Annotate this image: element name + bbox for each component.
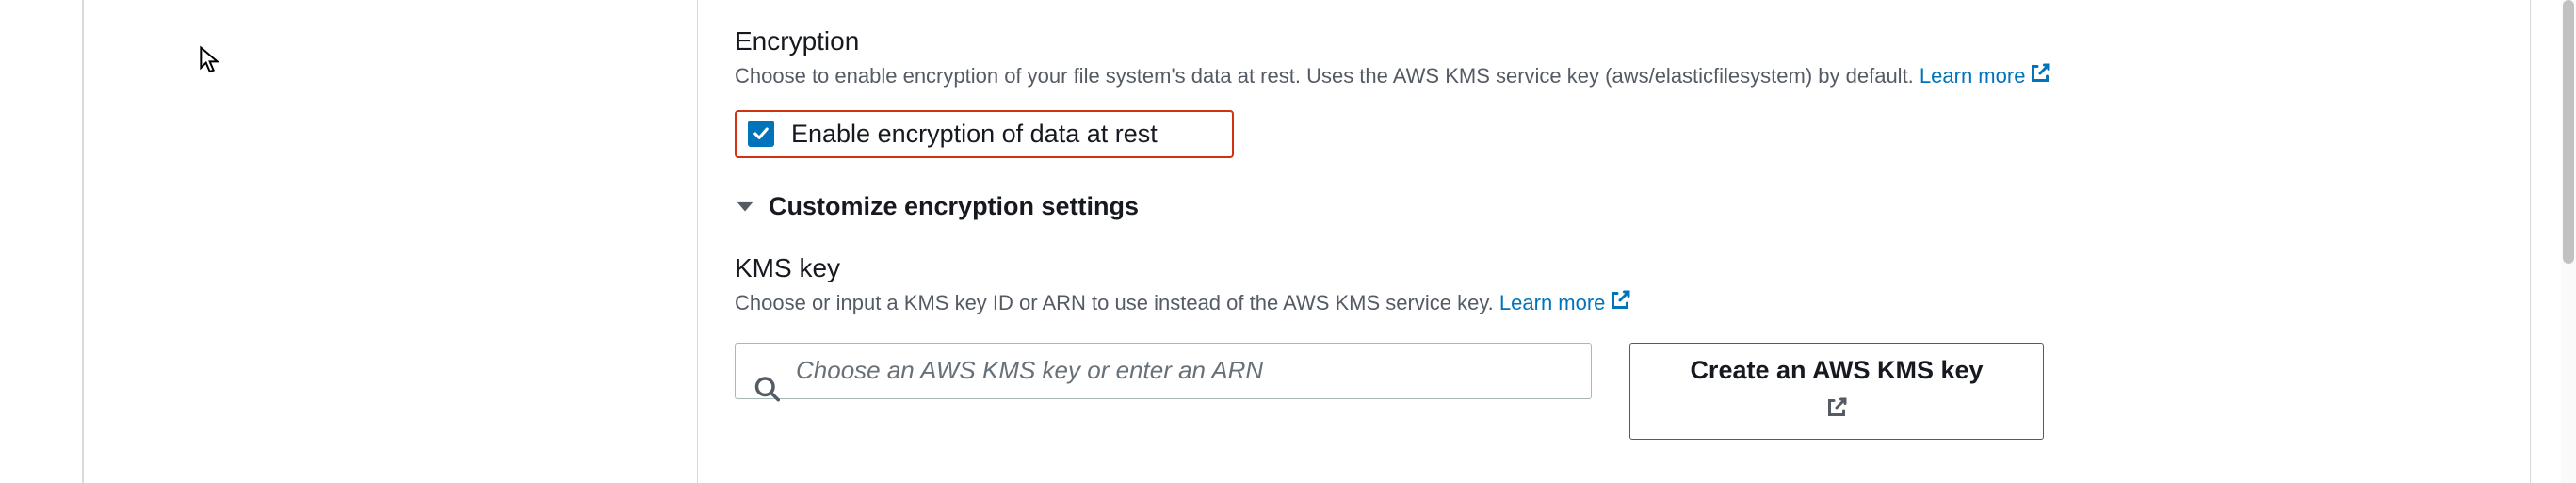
- panel-border-left: [697, 0, 698, 483]
- create-kms-key-button[interactable]: Create an AWS KMS key: [1629, 343, 2044, 441]
- learn-more-text: Learn more: [1499, 291, 1606, 314]
- scrollbar-thumb[interactable]: [2563, 0, 2574, 264]
- search-icon: [753, 376, 780, 407]
- scrollbar-track[interactable]: [2561, 0, 2576, 483]
- encryption-description-text: Choose to enable encryption of your file…: [735, 64, 1920, 88]
- kms-learn-more-link[interactable]: Learn more: [1499, 291, 1632, 314]
- kms-key-title: KMS key: [735, 253, 2477, 283]
- create-kms-key-label: Create an AWS KMS key: [1690, 353, 1983, 389]
- encryption-description: Choose to enable encryption of your file…: [735, 62, 2477, 93]
- external-link-icon: [1609, 289, 1631, 320]
- external-link-icon: [2029, 62, 2051, 93]
- check-icon: [752, 124, 770, 143]
- encryption-title: Encryption: [735, 26, 2477, 56]
- caret-down-icon: [735, 196, 755, 217]
- kms-key-search-wrapper: [735, 343, 1592, 441]
- sidebar-divider: [82, 0, 84, 483]
- kms-description-text: Choose or input a KMS key ID or ARN to u…: [735, 291, 1499, 314]
- encryption-learn-more-link[interactable]: Learn more: [1920, 64, 2052, 88]
- kms-key-description: Choose or input a KMS key ID or ARN to u…: [735, 289, 2477, 320]
- kms-key-input[interactable]: [735, 343, 1592, 399]
- external-link-icon: [1825, 394, 1848, 429]
- enable-encryption-checkbox-row[interactable]: Enable encryption of data at rest: [735, 110, 1234, 158]
- panel-border-right: [2530, 0, 2531, 483]
- cursor-icon: [198, 45, 224, 80]
- learn-more-text: Learn more: [1920, 64, 2026, 88]
- customize-encryption-label: Customize encryption settings: [769, 192, 1139, 221]
- customize-encryption-expander[interactable]: Customize encryption settings: [735, 192, 2477, 221]
- enable-encryption-label: Enable encryption of data at rest: [791, 120, 1158, 149]
- enable-encryption-checkbox[interactable]: [748, 121, 774, 147]
